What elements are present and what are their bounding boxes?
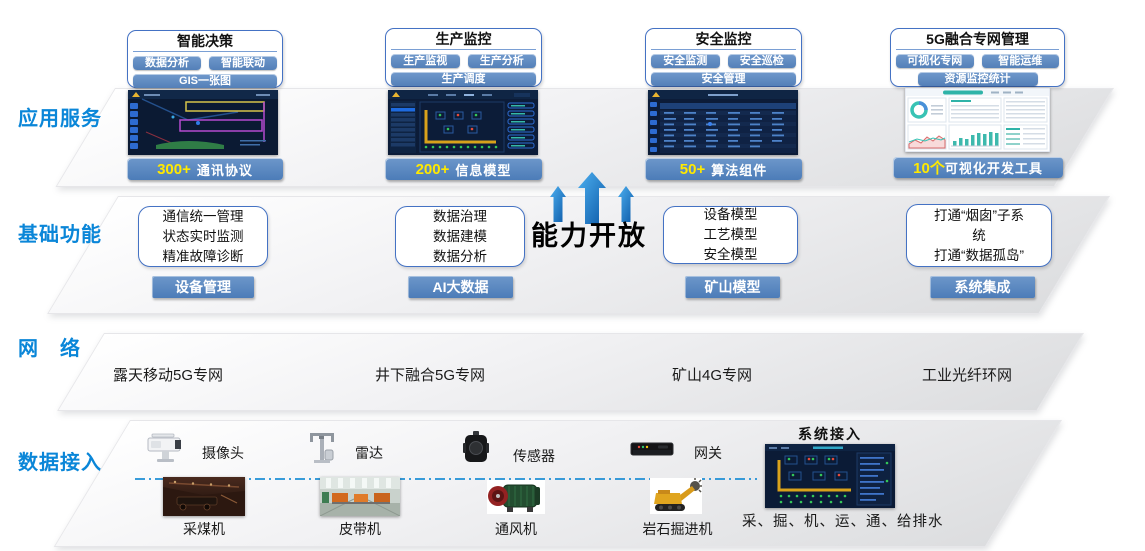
belt-conveyor-image: [320, 477, 400, 516]
machine-label-ventilation-fan: 通风机: [477, 519, 555, 539]
machine-label-coal-shearer: 采煤机: [163, 519, 245, 539]
feature-chip: 资源监控统计: [918, 72, 1038, 86]
group-line: 数据治理: [433, 207, 487, 227]
card-title: 安全监控: [651, 31, 796, 50]
metric-label: 通讯协议: [197, 160, 253, 179]
metric-value: 200+: [416, 161, 450, 178]
card-title: 智能决策: [133, 33, 277, 52]
device-label-gateway: 网关: [694, 443, 722, 463]
network-item-mine-4g: 矿山4G专网: [672, 364, 752, 385]
device-label-sensor: 传感器: [513, 446, 555, 466]
ventilation-fan-image: [487, 480, 545, 514]
group-line: 状态实时监测: [163, 227, 244, 247]
gateway-image: [630, 441, 674, 464]
network-item-surface-5g: 露天移动5G专网: [113, 364, 223, 385]
metric-bar-models: 200+ 信息模型: [385, 158, 542, 180]
layer-label-network: 网 络: [18, 332, 81, 361]
device-label-camera: 摄像头: [202, 443, 244, 463]
card-5g-private-network: 5G融合专网管理 可视化专网 智能运维 资源监控统计: [890, 28, 1065, 87]
feature-chip: 安全监测: [651, 54, 720, 68]
group-line: 精准故障诊断: [163, 247, 244, 267]
gis-screenshot: [128, 90, 278, 155]
system-access-screenshot: [765, 444, 895, 508]
layer-label-basic-functions: 基础功能: [18, 218, 102, 247]
group-line: 通信统一管理: [163, 207, 244, 227]
group-device-management: 通信统一管理 状态实时监测 精准故障诊断: [138, 206, 268, 267]
group-line: 工艺模型: [704, 225, 758, 245]
group-label-mine-model: 矿山模型: [685, 276, 780, 298]
metric-label: 可视化开发工具: [945, 158, 1043, 177]
feature-chip: 生产分析: [468, 54, 537, 68]
group-line: 安全模型: [704, 245, 758, 265]
5g-dashboard-screenshot: [905, 88, 1050, 152]
sensor-image: [462, 430, 490, 469]
system-access-title: 系统接入: [765, 424, 895, 444]
coal-shearer-image: [163, 477, 245, 516]
machine-label-belt-conveyor: 皮带机: [320, 519, 400, 539]
card-safety-monitor: 安全监控 安全监测 安全巡检 安全管理: [645, 28, 802, 87]
layer-label-data-access: 数据接入: [18, 446, 102, 475]
production-screenshot: [388, 90, 538, 155]
group-line: 打通“烟囱”子系: [934, 206, 1024, 226]
group-mine-model: 设备模型 工艺模型 安全模型: [663, 206, 798, 264]
roadheader-image: [650, 478, 702, 514]
network-item-fiber-ring: 工业光纤环网: [922, 364, 1012, 385]
metric-bar-tools: 10个 可视化开发工具: [893, 157, 1063, 178]
card-intelligent-decision: 智能决策 数据分析 智能联动 GIS一张图: [127, 30, 283, 88]
group-label-system-integration: 系统集成: [930, 276, 1035, 298]
card-title: 5G融合专网管理: [896, 31, 1059, 50]
group-label-ai-bigdata: AI大数据: [408, 276, 513, 298]
metric-value: 10个: [913, 157, 945, 178]
feature-chip: GIS一张图: [133, 74, 277, 88]
capability-open-text: 能力开放: [531, 214, 647, 253]
device-label-radar: 雷达: [355, 443, 383, 463]
machine-label-roadheader: 岩石掘进机: [630, 519, 725, 539]
group-line: 设备模型: [704, 205, 758, 225]
metric-value: 300+: [157, 161, 191, 178]
architecture-diagram: 应用服务 基础功能 网 络 数据接入 智能决策 数据分析 智能联动 GIS一张图…: [0, 0, 1145, 551]
group-ai-bigdata: 数据治理 数据建模 数据分析: [395, 206, 525, 267]
safety-screenshot: [648, 90, 798, 155]
network-item-underground-5g: 井下融合5G专网: [375, 364, 485, 385]
group-line: 数据分析: [433, 247, 487, 267]
metric-value: 50+: [680, 161, 705, 178]
radar-image: [305, 430, 339, 471]
feature-chip: 生产调度: [391, 72, 536, 86]
feature-chip: 生产监视: [391, 54, 460, 68]
feature-chip: 数据分析: [133, 56, 201, 70]
group-line: 统: [972, 226, 986, 246]
feature-chip: 智能联动: [209, 56, 277, 70]
camera-image: [146, 430, 186, 469]
metric-bar-protocols: 300+ 通讯协议: [127, 158, 283, 180]
metric-label: 算法组件: [711, 160, 767, 179]
feature-chip: 智能运维: [982, 54, 1060, 68]
feature-chip: 安全巡检: [728, 54, 797, 68]
layer-label-app-services: 应用服务: [18, 102, 102, 131]
mine-systems-text: 采、掘、机、运、通、给排水: [742, 510, 944, 531]
metric-bar-algorithms: 50+ 算法组件: [645, 158, 802, 180]
feature-chip: 安全管理: [651, 72, 796, 86]
card-production-monitor: 生产监控 生产监视 生产分析 生产调度: [385, 28, 542, 87]
metric-label: 信息模型: [455, 160, 511, 179]
group-label-device-management: 设备管理: [152, 276, 254, 298]
group-line: 打通“数据孤岛”: [934, 246, 1024, 266]
group-line: 数据建模: [433, 227, 487, 247]
feature-chip: 可视化专网: [896, 54, 974, 68]
group-system-integration: 打通“烟囱”子系 统 打通“数据孤岛”: [906, 204, 1052, 267]
card-title: 生产监控: [391, 31, 536, 50]
